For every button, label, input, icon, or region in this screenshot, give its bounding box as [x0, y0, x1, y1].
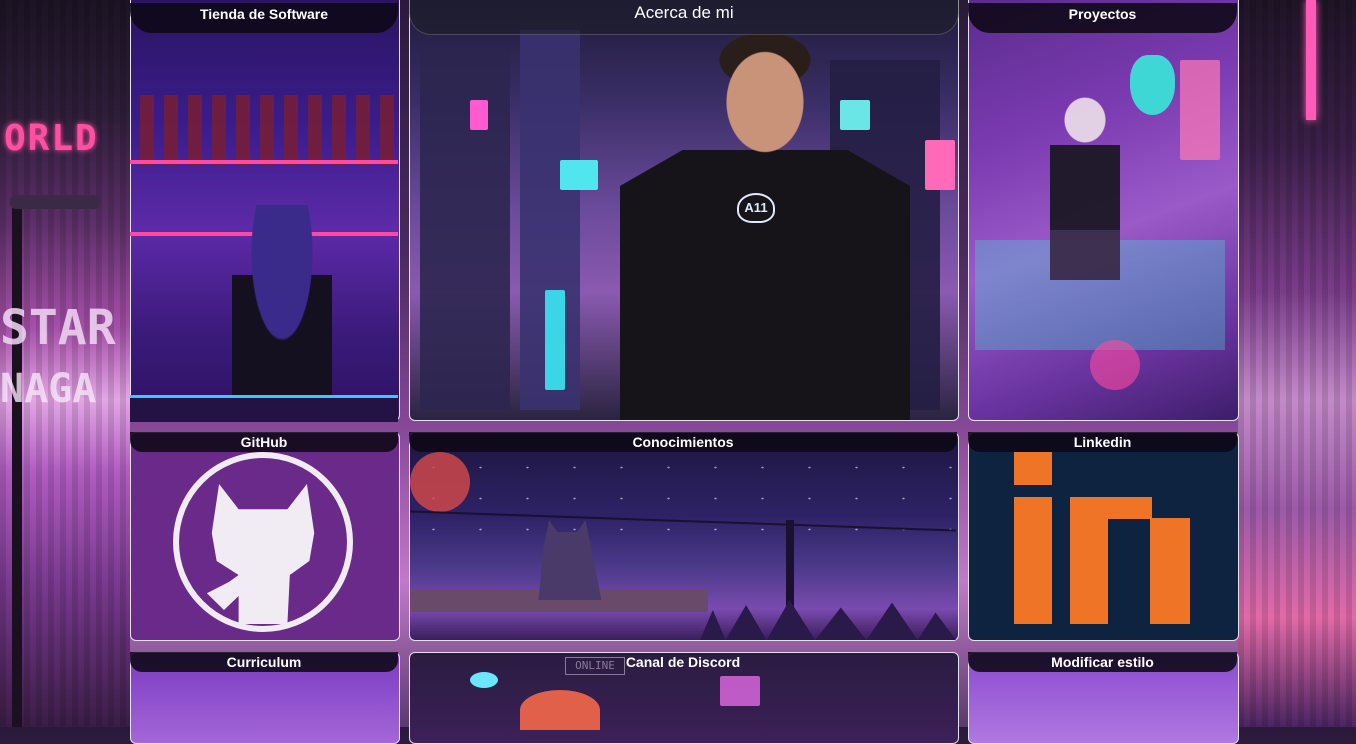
- neon-sign-art: [470, 100, 488, 130]
- card-title-github: GitHub: [130, 432, 398, 452]
- lantern-art: [410, 452, 470, 512]
- card-title-knowledge: Conocimientos: [409, 432, 957, 452]
- building-art: [420, 50, 510, 410]
- neon-sign-art: [720, 676, 760, 706]
- street-lamp: [10, 195, 100, 209]
- sign-art: [1180, 60, 1220, 160]
- neon-sign-star: STAR: [0, 300, 116, 356]
- background-left-scene: ORLD STAR NAGA: [0, 0, 130, 727]
- neon-sign-world: ORLD: [4, 118, 99, 159]
- anime-girl-art: [1050, 90, 1120, 280]
- oni-mask-art: [1130, 55, 1175, 115]
- planet-art: [520, 690, 600, 730]
- neon-sign-naga: NAGA: [0, 366, 97, 412]
- neon-sign-art: [470, 672, 498, 688]
- card-title-discord-channel: Canal de Discord: [625, 654, 741, 670]
- neon-sign-art: [560, 160, 598, 190]
- card-title-linkedin: Linkedin: [968, 432, 1237, 452]
- neon-sign-art: [840, 100, 870, 130]
- bar-counter-art: [130, 395, 398, 422]
- stars-art: [410, 452, 956, 552]
- card-title-modify-style: Modificar estilo: [968, 652, 1237, 672]
- bar-bottles-art: [140, 95, 395, 165]
- neon-sign-art: [925, 140, 955, 190]
- card-title-software-store: Tienda de Software: [130, 3, 398, 33]
- bartender-art: [232, 205, 332, 395]
- bar-shelf: [130, 160, 398, 164]
- linkedin-icon-i: [1014, 497, 1052, 624]
- card-title-projects: Proyectos: [968, 3, 1237, 33]
- background-right-scene: [1238, 0, 1356, 727]
- neon-sign-art: [545, 290, 565, 390]
- linkedin-icon-n: [1150, 518, 1190, 624]
- linkedin-icon-n: [1070, 497, 1152, 519]
- neon-bar: [1306, 0, 1316, 120]
- card-title-about-me: Acerca de mi: [409, 0, 959, 35]
- shirt-logo: A11: [737, 193, 775, 223]
- street-lamp-pole: [12, 200, 22, 727]
- sign-art: [1090, 340, 1140, 390]
- card-title-curriculum: Curriculum: [130, 652, 398, 672]
- linkedin-icon: [1014, 452, 1052, 485]
